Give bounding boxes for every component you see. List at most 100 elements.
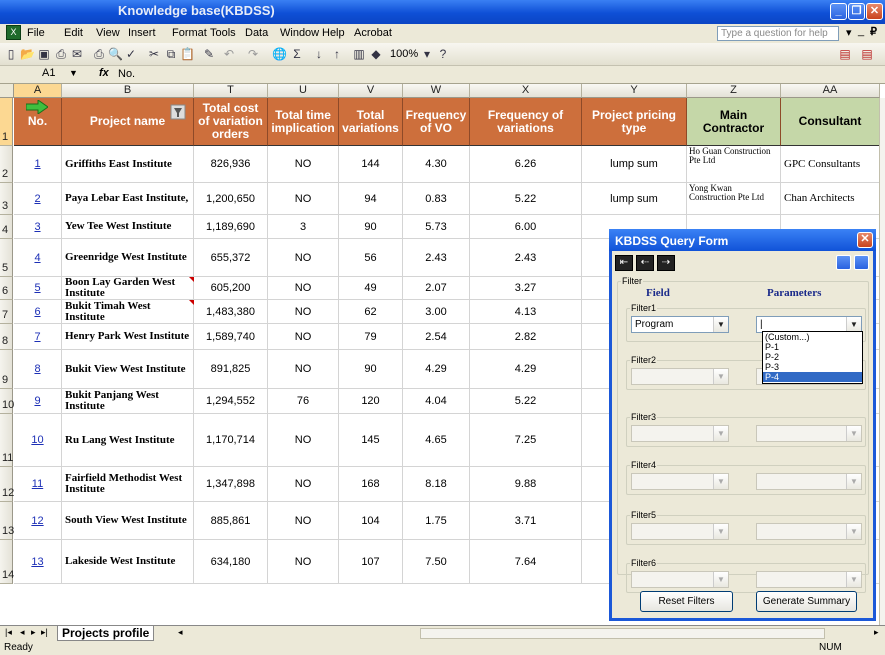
cell-var[interactable]: 145: [339, 414, 403, 467]
cell-var[interactable]: 49: [339, 277, 403, 300]
cell-fvar[interactable]: 5.22: [470, 183, 582, 215]
dropdown-option[interactable]: P-2: [763, 352, 862, 362]
cell-fvo[interactable]: 2.07: [403, 277, 470, 300]
cell-contractor[interactable]: Yong Kwan Construction Pte Ltd: [687, 183, 781, 215]
pdf-email-icon[interactable]: ▤: [860, 47, 874, 61]
menu-format[interactable]: Format: [172, 27, 207, 39]
chevron-down-icon[interactable]: ▼: [713, 317, 728, 332]
select-all-corner[interactable]: [0, 84, 14, 98]
horizontal-scrollbar[interactable]: [420, 628, 825, 639]
cell-no[interactable]: 4: [14, 239, 62, 277]
chevron-down-icon[interactable]: ▼: [846, 317, 861, 332]
cell-cost[interactable]: 655,372: [194, 239, 268, 277]
row-header[interactable]: 12: [0, 467, 14, 502]
open-icon[interactable]: 📂: [20, 47, 35, 61]
cell-name[interactable]: South View West Institute: [62, 502, 194, 540]
header-var[interactable]: Total variations: [339, 98, 403, 146]
cell-fvo[interactable]: 8.18: [403, 467, 470, 502]
drawing-icon[interactable]: ◆: [369, 47, 383, 61]
chart-wizard-icon[interactable]: ▥: [352, 47, 366, 61]
cell-name[interactable]: Boon Lay Garden West Institute: [62, 277, 194, 300]
cell-cost[interactable]: 1,294,552: [194, 389, 268, 414]
cell-time[interactable]: NO: [268, 324, 339, 350]
save-icon[interactable]: ▣: [37, 47, 51, 61]
cell-var[interactable]: 90: [339, 215, 403, 239]
name-box[interactable]: A1: [20, 67, 105, 82]
format-painter-icon[interactable]: ✎: [202, 47, 216, 61]
field-select-4[interactable]: ▼: [631, 473, 729, 490]
cell-name[interactable]: Bukit Timah West Institute: [62, 300, 194, 324]
excel-icon[interactable]: X: [6, 25, 21, 40]
column-header-aa[interactable]: AA: [781, 84, 880, 98]
comment-marker[interactable]: [189, 277, 194, 282]
row-header[interactable]: 3: [0, 183, 13, 215]
menu-window[interactable]: Window: [280, 27, 319, 39]
field-select-1[interactable]: Program ▼: [631, 316, 729, 333]
cell-fvar[interactable]: 6.26: [470, 146, 582, 183]
doc-minimize-icon[interactable]: _: [858, 25, 864, 37]
row-header[interactable]: 6: [0, 277, 13, 300]
help-search-input[interactable]: Type a question for help: [717, 26, 839, 41]
cell-cost[interactable]: 891,825: [194, 350, 268, 389]
cell-time[interactable]: NO: [268, 502, 339, 540]
cell-fvar[interactable]: 5.22: [470, 389, 582, 414]
cell-name[interactable]: Fairfield Methodist West Institute: [62, 467, 194, 502]
menu-file[interactable]: File: [27, 27, 45, 39]
cell-name[interactable]: Paya Lebar East Institute,: [62, 183, 194, 215]
cell-no[interactable]: 1: [14, 146, 62, 183]
column-header-y[interactable]: Y: [582, 84, 687, 98]
menu-edit[interactable]: Edit: [64, 27, 83, 39]
cell-fvar[interactable]: 9.88: [470, 467, 582, 502]
form-minimize-icon[interactable]: [836, 255, 851, 270]
cell-var[interactable]: 107: [339, 540, 403, 584]
chevron-down-icon[interactable]: ▼: [713, 572, 728, 587]
comment-marker[interactable]: [189, 300, 194, 305]
cell-name[interactable]: Bukit Panjang West Institute: [62, 389, 194, 414]
hyperlink-icon[interactable]: 🌐: [272, 47, 287, 61]
chevron-down-icon[interactable]: ▼: [713, 369, 728, 384]
cell-fvo[interactable]: 2.43: [403, 239, 470, 277]
cell-cost[interactable]: 1,189,690: [194, 215, 268, 239]
cell-contractor[interactable]: Ho Guan Construction Pte Ltd: [687, 146, 781, 183]
parameter-select-6[interactable]: ▼: [756, 571, 862, 588]
undo-icon[interactable]: ↶: [222, 47, 236, 61]
cell-no[interactable]: 5: [14, 277, 62, 300]
chevron-down-icon[interactable]: ▼: [713, 426, 728, 441]
spelling-icon[interactable]: ✓: [124, 47, 138, 61]
cell-name[interactable]: Griffiths East Institute: [62, 146, 194, 183]
column-header-z[interactable]: Z: [687, 84, 781, 98]
cell-cost[interactable]: 1,347,898: [194, 467, 268, 502]
cell-cost[interactable]: 605,200: [194, 277, 268, 300]
cell-name[interactable]: Henry Park West Institute: [62, 324, 194, 350]
form-restore-icon[interactable]: [854, 255, 869, 270]
header-cost[interactable]: Total cost of variation orders: [194, 98, 268, 146]
cell-cost[interactable]: 1,589,740: [194, 324, 268, 350]
cell-var[interactable]: 90: [339, 350, 403, 389]
cell-var[interactable]: 104: [339, 502, 403, 540]
doc-restore-icon[interactable]: ₽: [870, 25, 877, 38]
menu-help[interactable]: Help: [322, 27, 345, 39]
cell-no[interactable]: 3: [14, 215, 62, 239]
cell-fvar[interactable]: 7.64: [470, 540, 582, 584]
dialog-close-button[interactable]: ✕: [857, 232, 873, 248]
nav-first-icon[interactable]: ⇤: [615, 255, 633, 271]
row-header[interactable]: 10: [0, 389, 14, 414]
dropdown-option[interactable]: (Custom...): [763, 332, 862, 342]
cell-name[interactable]: Greenridge West Institute: [62, 239, 194, 277]
cell-var[interactable]: 79: [339, 324, 403, 350]
cell-fvo[interactable]: 2.54: [403, 324, 470, 350]
menu-view[interactable]: View: [96, 27, 120, 39]
cell-time[interactable]: NO: [268, 540, 339, 584]
column-header-t[interactable]: T: [194, 84, 268, 98]
cell-no[interactable]: 6: [14, 300, 62, 324]
zoom-dropdown-icon[interactable]: ▾: [420, 47, 434, 61]
column-header-x[interactable]: X: [470, 84, 582, 98]
permission-icon[interactable]: ⎙: [54, 47, 68, 61]
row-header[interactable]: 13: [0, 502, 14, 540]
field-select-2[interactable]: ▼: [631, 368, 729, 385]
chevron-down-icon[interactable]: ▼: [846, 572, 861, 587]
cell-cost[interactable]: 826,936: [194, 146, 268, 183]
cell-consultant[interactable]: Chan Architects: [781, 183, 880, 215]
cell-no[interactable]: 8: [14, 350, 62, 389]
reset-filters-button[interactable]: Reset Filters: [640, 591, 733, 612]
